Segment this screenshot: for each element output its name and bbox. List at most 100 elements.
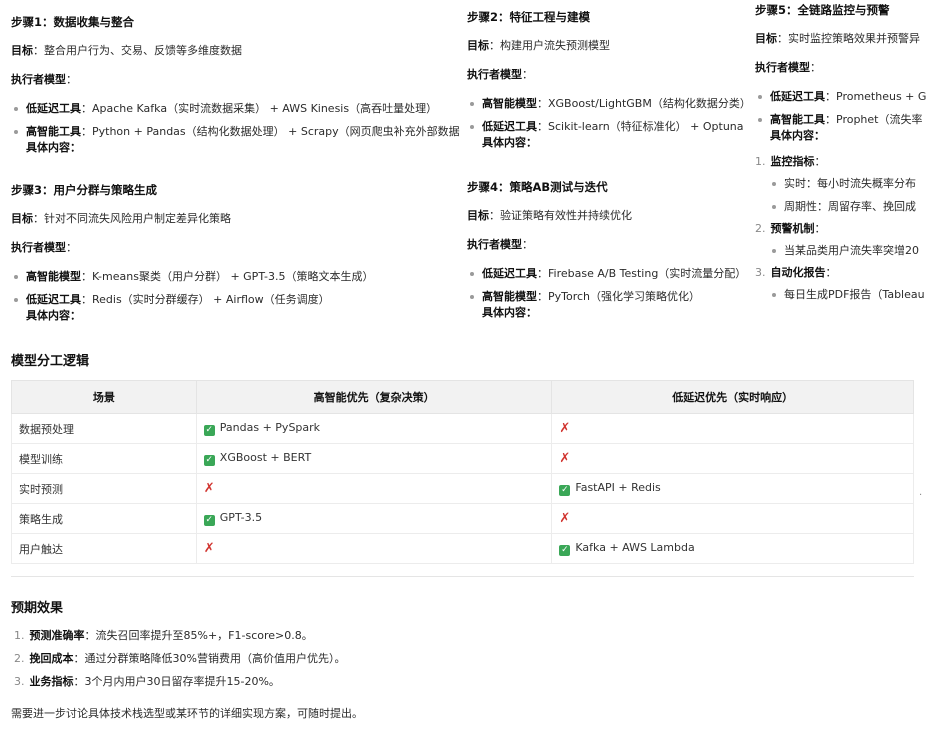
item-label: 预测准确率 — [29, 629, 85, 642]
section-label: 监控指标 — [770, 155, 815, 168]
header-scene: 场景 — [11, 380, 197, 414]
step5-sections-2: 2. 预警机制： — [755, 221, 927, 237]
table-row: 实时预测 ✗ ✓ FastAPI + Redis — [11, 473, 914, 504]
goal-label: 目标 — [755, 32, 777, 45]
step4-goal: 目标：验证策略有效性并持续优化 — [467, 208, 747, 224]
tool-label: 低延迟工具 — [482, 267, 537, 280]
tool-text: Kafka + AWS Lambda — [575, 541, 695, 554]
step3-executor-heading: 执行者模型： — [11, 240, 466, 256]
step1-tools-list: 低延迟工具：Apache Kafka（实时流数据采集） + AWS Kinesi… — [11, 101, 466, 140]
list-number: 1. — [755, 155, 766, 168]
list-item: 3. 业务指标：3个月内用户30日留存率提升15-20%。 — [14, 674, 345, 690]
step2-title: 步骤2：特征工程与建模 — [467, 10, 591, 24]
tool-text: ：PyTorch（强化学习策略优化） — [537, 290, 701, 303]
goal-text: ：针对不同流失风险用户制定差异化策略 — [33, 212, 231, 225]
cross-icon: ✗ — [559, 451, 571, 466]
list-item: 高智能工具：Prophet（流失率 — [755, 112, 927, 128]
colon: ： — [810, 61, 821, 74]
step1-goal: 目标：整合用户行为、交易、反馈等多维度数据 — [11, 43, 466, 59]
tool-text: ：Python + Pandas（结构化数据处理） + Scrapy（网页爬虫补… — [81, 125, 460, 138]
step1-content-label: 具体内容： — [26, 141, 81, 154]
list-number: 2. — [14, 652, 25, 665]
tool-text: ：K-means聚类（用户分群） + GPT-3.5（策略文本生成） — [81, 270, 374, 283]
step3-block: 步骤3：用户分群与策略生成 目标：针对不同流失风险用户制定差异化策略 执行者模型… — [11, 182, 466, 324]
tool-label: 高智能模型 — [482, 97, 537, 110]
step4-tools-list: 低延迟工具：Firebase A/B Testing（实时流量分配） 高智能模型… — [467, 266, 747, 305]
footer-note: 需要进一步讨论具体技术栈选型或某环节的详细实现方案，可随时提出。 — [11, 707, 363, 720]
tool-text: GPT-3.5 — [219, 511, 263, 524]
header-low-latency: 低延迟优先（实时响应） — [551, 380, 914, 414]
colon: ： — [66, 241, 77, 254]
step5-content-label: 具体内容： — [770, 129, 825, 142]
tool-label: 高智能工具 — [770, 113, 825, 126]
step3-content-label: 具体内容： — [26, 309, 81, 322]
colon: ： — [66, 73, 77, 86]
goal-label: 目标 — [11, 212, 33, 225]
colon: ： — [825, 266, 837, 279]
item-label: 业务指标 — [29, 675, 74, 688]
list-number: 3. — [14, 675, 25, 688]
tool-text: Pandas + PySpark — [219, 421, 321, 434]
tool-text: ：Scikit-learn（特征标准化） + Optuna（ — [537, 120, 747, 133]
step4-title: 步骤4：策略AB测试与迭代 — [467, 180, 608, 194]
expected-list: 1. 预测准确率：流失召回率提升至85%+，F1-score>0.8。 2. 挽… — [14, 628, 345, 690]
list-item: 每日生成PDF报告（Tableau — [769, 287, 927, 303]
step1-title: 步骤1：数据收集与整合 — [11, 15, 135, 29]
tool-text: ：XGBoost/LightGBM（结构化数据分类） — [537, 97, 747, 110]
goal-label: 目标 — [11, 44, 33, 57]
item-label: 挽回成本 — [29, 652, 74, 665]
model-table: 场景 高智能优先（复杂决策） 低延迟优先（实时响应） 数据预处理 ✓ Pandas … — [11, 380, 914, 564]
step5-sections-3: 3. 自动化报告： — [755, 265, 927, 281]
list-number: 3. — [755, 266, 766, 279]
list-item: 低延迟工具：Apache Kafka（实时流数据采集） + AWS Kinesi… — [11, 101, 466, 117]
check-icon: ✓ — [559, 545, 571, 556]
stray-mark: . — [919, 487, 923, 498]
colon: ： — [814, 222, 826, 235]
check-icon: ✓ — [203, 425, 215, 436]
check-icon: ✓ — [559, 485, 571, 496]
list-item: 2. 预警机制： — [755, 221, 927, 237]
list-item: 当某品类用户流失率突增20 — [769, 243, 927, 259]
expected-title: 预期效果 — [11, 601, 64, 616]
low-latency-cell: ✓ FastAPI + Redis — [551, 473, 914, 504]
low-latency-cell: ✗ — [551, 443, 914, 474]
high-intelligence-cell: ✓ GPT-3.5 — [195, 503, 553, 534]
high-intelligence-cell: ✗ — [195, 473, 553, 504]
goal-text: ：实时监控策略效果并预警异 — [777, 32, 920, 45]
table-row: 策略生成 ✓ GPT-3.5 ✗ — [11, 503, 914, 534]
list-item: 低延迟工具：Firebase A/B Testing（实时流量分配） — [467, 266, 747, 282]
list-item: 3. 自动化报告： — [755, 265, 927, 281]
executor-label: 执行者模型 — [11, 73, 66, 86]
low-latency-cell: ✗ — [551, 413, 914, 444]
step3-goal: 目标：针对不同流失风险用户制定差异化策略 — [11, 211, 466, 227]
item-text: ：流失召回率提升至85%+，F1-score>0.8。 — [84, 629, 313, 642]
tool-text: FastAPI + Redis — [575, 481, 661, 494]
tool-text: ：Apache Kafka（实时流数据采集） + AWS Kinesis（高吞吐… — [81, 102, 438, 115]
high-intelligence-cell: ✗ — [195, 533, 553, 564]
goal-text: ：整合用户行为、交易、反馈等多维度数据 — [33, 44, 242, 57]
section-label: 自动化报告 — [770, 266, 826, 279]
item-text: ：3个月内用户30日留存率提升15-20%。 — [73, 675, 280, 688]
tool-label: 高智能模型 — [26, 270, 81, 283]
step3-tools-list: 高智能模型：K-means聚类（用户分群） + GPT-3.5（策略文本生成） … — [11, 269, 466, 308]
high-intelligence-cell: ✓ XGBoost + BERT — [195, 443, 553, 474]
cross-icon: ✗ — [559, 421, 571, 436]
list-item: 高智能模型：K-means聚类（用户分群） + GPT-3.5（策略文本生成） — [11, 269, 466, 285]
list-item: 低延迟工具：Scikit-learn（特征标准化） + Optuna（ — [467, 119, 747, 135]
goal-label: 目标 — [467, 209, 489, 222]
scene-cell: 用户触达 — [11, 533, 197, 564]
cross-icon: ✗ — [559, 511, 571, 526]
colon: ： — [522, 68, 533, 81]
step2-executor-heading: 执行者模型： — [467, 67, 747, 83]
cross-icon: ✗ — [203, 541, 215, 556]
goal-text: ：构建用户流失预测模型 — [489, 39, 610, 52]
goal-text: ：验证策略有效性并持续优化 — [489, 209, 632, 222]
step5-tools-list: 低延迟工具：Prometheus + Gra 高智能工具：Prophet（流失率 — [755, 89, 927, 128]
check-icon: ✓ — [203, 515, 215, 526]
tool-label: 低延迟工具 — [26, 102, 81, 115]
list-item: 实时：每小时流失概率分布 — [769, 176, 927, 192]
list-item: 1. 监控指标： — [755, 154, 927, 170]
tool-label: 高智能工具 — [26, 125, 81, 138]
step2-block: 步骤2：特征工程与建模 目标：构建用户流失预测模型 执行者模型： 高智能模型：X… — [467, 9, 747, 151]
tool-label: 低延迟工具 — [770, 90, 825, 103]
